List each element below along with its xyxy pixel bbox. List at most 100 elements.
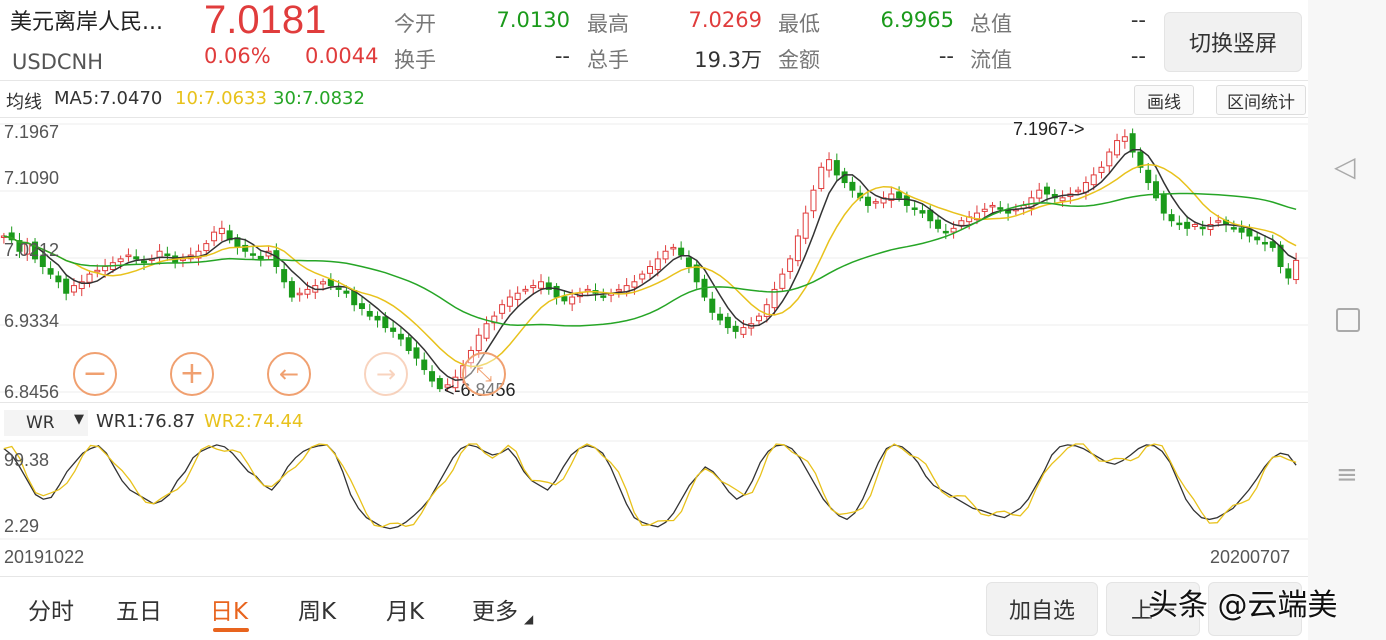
candle-body: [397, 333, 404, 340]
price-axis-label: 7.1967: [4, 122, 60, 142]
pan-left-button[interactable]: ←: [267, 352, 311, 396]
wr-indicator-chart[interactable]: [0, 440, 1308, 540]
stat-value-volume: 19.3万: [694, 48, 762, 72]
candle-body: [810, 189, 817, 212]
candle-body: [1261, 241, 1268, 245]
candle-body: [670, 246, 677, 250]
candle-body: [584, 288, 591, 292]
active-tab-indicator: [213, 628, 249, 632]
candle-body: [304, 288, 311, 295]
stat-label-high: 最高: [587, 12, 629, 36]
candle-body: [833, 160, 840, 176]
candle-body: [826, 159, 833, 171]
tab-daily-k[interactable]: 日K: [210, 592, 248, 626]
tab-intraday[interactable]: 分时: [28, 592, 74, 626]
candle-body: [989, 204, 996, 208]
indicator-select[interactable]: WR ▼: [4, 410, 88, 436]
candle-body: [1145, 169, 1152, 184]
candle-body: [1098, 166, 1105, 173]
candle-body: [94, 269, 101, 273]
candle-body: [1176, 222, 1183, 226]
candle-body: [755, 315, 762, 322]
menu-icon[interactable]: ≡: [1336, 460, 1358, 490]
candle-body: [600, 295, 607, 298]
stat-label-total-value: 总值: [970, 12, 1012, 36]
candle-body: [779, 273, 786, 289]
more-triangle-icon: ◢: [524, 612, 534, 626]
candle-body: [1293, 259, 1300, 281]
candle-body: [335, 287, 342, 290]
candle-body: [1199, 226, 1206, 230]
stat-value-amount: --: [938, 44, 954, 68]
ma-label: 均线: [6, 92, 42, 113]
candle-body: [483, 323, 490, 339]
stat-label-volume: 总手: [587, 48, 629, 72]
candle-body: [841, 171, 848, 184]
candle-body: [296, 292, 303, 296]
tab-five-day[interactable]: 五日: [116, 592, 162, 626]
stat-label-float-value: 流值: [970, 48, 1012, 72]
price-axis-label: 7.0212: [4, 240, 60, 260]
candle-body: [794, 235, 801, 262]
ma5-value: MA5:7.0470: [54, 88, 163, 109]
candle-body: [1285, 268, 1292, 279]
candle-body: [615, 288, 622, 292]
candle-body: [654, 258, 661, 271]
candle-body: [935, 219, 942, 229]
price-axis-label: 6.9334: [4, 311, 60, 331]
zoom-out-button[interactable]: −: [73, 352, 117, 396]
candle-body: [647, 266, 653, 274]
range-stats-button[interactable]: 区间统计: [1216, 85, 1306, 115]
candle-body: [538, 281, 545, 289]
wr2-line: [3, 443, 1297, 528]
candle-body: [203, 243, 210, 252]
pan-right-button[interactable]: →: [364, 352, 408, 396]
candle-body: [288, 281, 295, 298]
stat-value-open: 7.0130: [496, 8, 570, 32]
candle-body: [685, 257, 692, 268]
stat-value-high: 7.0269: [688, 8, 762, 32]
candle-body: [1168, 214, 1175, 222]
candle-body: [896, 191, 903, 199]
candle-body: [1191, 224, 1198, 227]
candle-body: [429, 371, 436, 382]
candle-body: [903, 195, 910, 206]
candle-body: [802, 212, 809, 239]
arrow-right-icon: →: [375, 360, 397, 388]
change-amount: 0.0044: [305, 44, 379, 68]
candle-body: [125, 254, 132, 258]
candle-body: [981, 208, 988, 212]
candle-body: [249, 253, 256, 256]
candle-body: [47, 268, 54, 275]
add-watchlist-button[interactable]: 加自选: [986, 582, 1098, 636]
candle-body: [70, 285, 77, 293]
candle-body: [374, 315, 381, 321]
instrument-title: 美元离岸人民...: [10, 10, 163, 35]
candle-body: [1106, 151, 1113, 167]
wr2-value: WR2:74.44: [204, 411, 304, 432]
draw-line-button[interactable]: 画线: [1134, 85, 1194, 115]
candle-body: [1152, 181, 1159, 199]
candle-body: [678, 247, 685, 256]
back-icon[interactable]: ◁: [1334, 150, 1356, 183]
stat-value-float-value: --: [1130, 44, 1146, 68]
tab-weekly-k[interactable]: 周K: [298, 592, 336, 626]
tab-monthly-k[interactable]: 月K: [386, 592, 424, 626]
tab-more[interactable]: 更多: [472, 592, 518, 626]
stat-label-open: 今开: [394, 12, 436, 36]
candle-body: [919, 210, 926, 214]
candle-body: [631, 281, 638, 288]
collapse-icon: ⤡: [476, 362, 492, 386]
ma30-value: 30:7.0832: [273, 88, 365, 109]
candle-body: [413, 347, 420, 359]
zoom-in-button[interactable]: +: [170, 352, 214, 396]
candle-body: [1254, 236, 1261, 241]
change-percent: 0.06%: [204, 44, 271, 68]
end-date-label: 20200707: [1210, 547, 1291, 567]
candle-body: [164, 253, 171, 257]
home-icon[interactable]: [1336, 308, 1360, 332]
arrow-left-icon: ←: [278, 360, 300, 388]
switch-portrait-button[interactable]: 切换竖屏: [1164, 12, 1302, 72]
candle-body: [864, 196, 871, 206]
reset-zoom-button[interactable]: ⤡: [462, 352, 506, 396]
